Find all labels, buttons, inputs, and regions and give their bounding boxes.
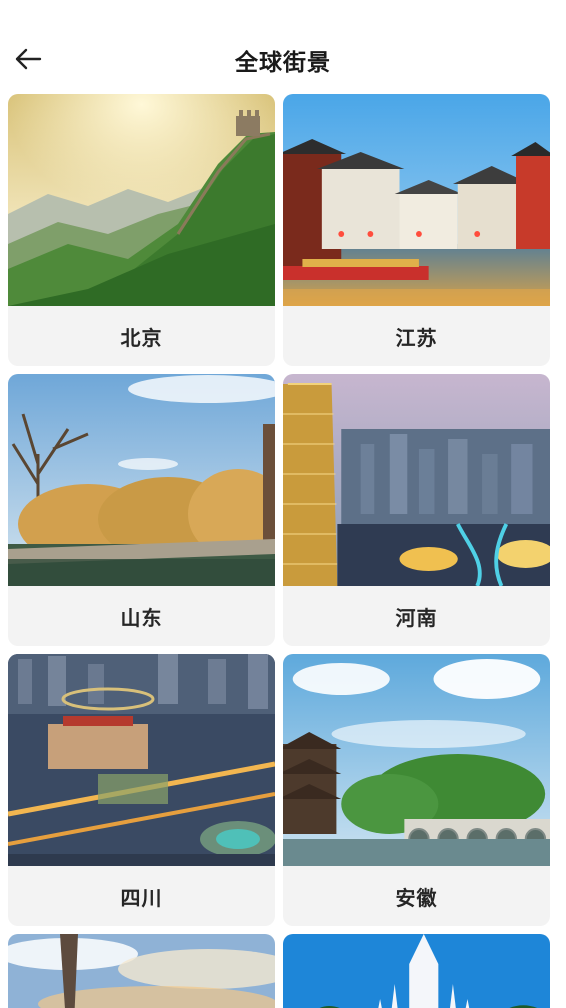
city-square-image [8,654,275,866]
region-card-anhui[interactable]: 安徽 [283,654,550,926]
page-title: 全球街景 [235,50,331,76]
region-card-beijing[interactable]: 北京 [8,94,275,366]
riverside-town-image [283,94,550,306]
region-label: 四川 [120,885,163,910]
region-card-shandong[interactable]: 山东 [8,374,275,646]
lakeside-willows-image [8,374,275,586]
great-wall-image [8,94,275,306]
white-cathedral-image [283,934,550,1008]
region-card-7[interactable] [8,934,275,1008]
app-root: 全球街景 北京 江苏 山东 河南 四川 安徽 [0,0,566,1008]
region-card-sichuan[interactable]: 四川 [8,654,275,926]
region-label: 北京 [120,325,163,350]
region-card-8[interactable] [283,934,550,1008]
region-label: 江苏 [395,325,438,350]
region-card-henan[interactable]: 河南 [283,374,550,646]
region-label: 山东 [120,605,163,630]
city-skyline-image [283,374,550,586]
region-label: 河南 [395,605,438,630]
region-label: 安徽 [395,885,438,910]
pavilion-bridge-image [283,654,550,866]
header: 全球街景 [0,0,566,92]
region-card-jiangsu[interactable]: 江苏 [283,94,550,366]
tower-sky-image [8,934,275,1008]
